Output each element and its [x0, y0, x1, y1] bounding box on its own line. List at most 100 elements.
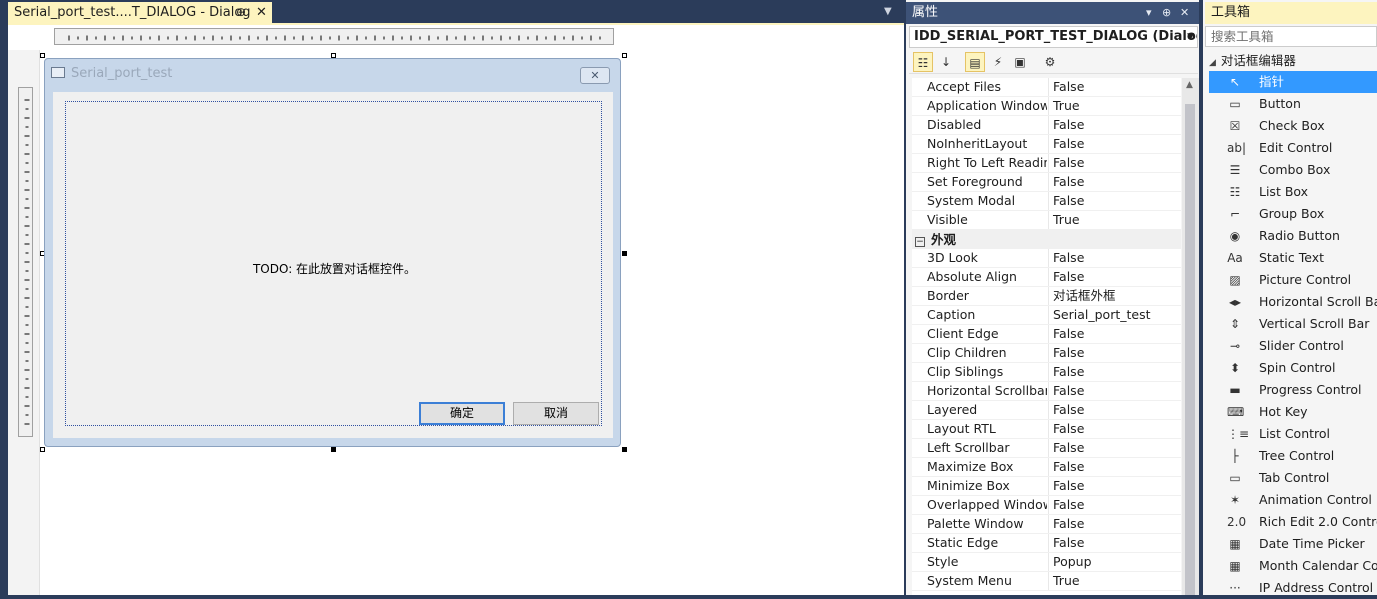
property-pages-icon[interactable]: ⚙ [1040, 52, 1060, 72]
property-value[interactable]: True [1048, 572, 1181, 590]
toolbox-item[interactable]: ⋮≡ List Control [1209, 423, 1377, 445]
property-row[interactable]: 3D Look False [912, 249, 1181, 268]
tab-list-dropdown-icon[interactable]: ▼ [884, 6, 892, 17]
property-value[interactable]: False [1048, 344, 1181, 362]
toolbox-item[interactable]: ▬ Progress Control [1209, 379, 1377, 401]
resize-handle[interactable] [622, 447, 627, 452]
toolbox-item[interactable]: ◉ Radio Button [1209, 225, 1377, 247]
toolbox-item[interactable]: ▦ Date Time Picker [1209, 533, 1377, 555]
close-tab-icon[interactable]: ✕ [256, 2, 267, 23]
property-value[interactable]: True [1048, 97, 1181, 115]
property-value[interactable]: False [1048, 420, 1181, 438]
property-value[interactable]: False [1048, 135, 1181, 153]
toolbox-item[interactable]: ✶ Animation Control [1209, 489, 1377, 511]
property-row[interactable]: Style Popup [912, 553, 1181, 572]
events-icon[interactable]: ⚡ [988, 52, 1008, 72]
toolbox-item[interactable]: ▭ Tab Control [1209, 467, 1377, 489]
property-value[interactable]: Popup [1048, 553, 1181, 571]
document-tab[interactable]: Serial_port_test....T_DIALOG - Dialog ⊕ … [8, 2, 272, 23]
scrollbar-thumb[interactable] [1185, 104, 1195, 595]
property-row[interactable]: Palette Window False [912, 515, 1181, 534]
property-row[interactable]: Right To Left Reading False [912, 154, 1181, 173]
pin-icon[interactable]: ⊕ [1162, 2, 1171, 24]
property-row[interactable]: Client Edge False [912, 325, 1181, 344]
panel-menu-icon[interactable]: ▾ [1146, 2, 1152, 24]
toolbox-item[interactable]: ab| Edit Control [1209, 137, 1377, 159]
horizontal-ruler[interactable] [54, 28, 614, 45]
toolbox-item[interactable]: ▦ Month Calendar Control [1209, 555, 1377, 577]
property-row[interactable]: Minimize Box False [912, 477, 1181, 496]
dialog-close-icon[interactable]: ✕ [580, 67, 610, 84]
property-value[interactable]: False [1048, 439, 1181, 457]
design-canvas[interactable]: Serial_port_test ✕ TODO: 在此放置对话框控件。 确定 取… [8, 25, 904, 595]
property-row[interactable]: System Menu True [912, 572, 1181, 591]
property-row[interactable]: Layered False [912, 401, 1181, 420]
resize-handle[interactable] [331, 447, 336, 452]
close-icon[interactable]: ✕ [1180, 2, 1189, 24]
property-row[interactable]: Clip Children False [912, 344, 1181, 363]
toolbox-item[interactable]: ◂▸ Horizontal Scroll Bar [1209, 291, 1377, 313]
categorized-icon[interactable]: ☷ [913, 52, 933, 72]
toolbox-group-header[interactable]: ◢ 对话框编辑器 [1209, 52, 1377, 70]
dialog-client-area[interactable]: TODO: 在此放置对话框控件。 确定 取消 [53, 92, 613, 438]
property-row[interactable]: Visible True [912, 211, 1181, 230]
properties-icon[interactable]: ▤ [965, 52, 985, 72]
property-row[interactable]: Static Edge False [912, 534, 1181, 553]
toolbox-item[interactable]: ☰ Combo Box [1209, 159, 1377, 181]
dialog-preview[interactable]: Serial_port_test ✕ TODO: 在此放置对话框控件。 确定 取… [44, 58, 621, 447]
toolbox-item[interactable]: ▨ Picture Control [1209, 269, 1377, 291]
messages-icon[interactable]: ▣ [1010, 52, 1030, 72]
property-value[interactable]: False [1048, 382, 1181, 400]
property-row[interactable]: Caption Serial_port_test [912, 306, 1181, 325]
collapse-icon[interactable]: − [915, 237, 925, 247]
object-selector[interactable]: IDD_SERIAL_PORT_TEST_DIALOG (Dialog) ID … [909, 26, 1198, 48]
resize-handle[interactable] [622, 251, 627, 256]
toolbox-item[interactable]: ▭ Button [1209, 93, 1377, 115]
pin-icon[interactable]: ⊕ [236, 2, 246, 23]
property-value[interactable]: False [1048, 78, 1181, 96]
property-value[interactable]: False [1048, 325, 1181, 343]
property-value[interactable]: False [1048, 515, 1181, 533]
scroll-up-icon[interactable]: ▲ [1186, 80, 1193, 90]
property-row[interactable]: Overlapped Window False [912, 496, 1181, 515]
property-value[interactable]: False [1048, 534, 1181, 552]
property-row[interactable]: System Modal False [912, 192, 1181, 211]
toolbox-item[interactable]: Aa Static Text [1209, 247, 1377, 269]
toolbox-item[interactable]: ↖ 指针 [1209, 71, 1377, 93]
property-row[interactable]: Layout RTL False [912, 420, 1181, 439]
property-row[interactable]: Accept Files False [912, 78, 1181, 97]
property-row[interactable]: Clip Siblings False [912, 363, 1181, 382]
property-value[interactable]: False [1048, 173, 1181, 191]
property-row[interactable]: Set Foreground False [912, 173, 1181, 192]
toolbox-item[interactable]: ☒ Check Box [1209, 115, 1377, 137]
property-row[interactable]: Disabled False [912, 116, 1181, 135]
toolbox-item[interactable]: 2.0 Rich Edit 2.0 Control [1209, 511, 1377, 533]
property-value[interactable]: True [1048, 211, 1181, 229]
todo-static-text[interactable]: TODO: 在此放置对话框控件。 [66, 260, 603, 277]
property-row[interactable]: Maximize Box False [912, 458, 1181, 477]
resize-handle[interactable] [40, 53, 45, 58]
property-category[interactable]: − 外观 [912, 230, 1181, 249]
cancel-button[interactable]: 取消 [513, 402, 599, 425]
property-value[interactable]: False [1048, 496, 1181, 514]
property-value[interactable]: False [1048, 116, 1181, 134]
property-value[interactable]: False [1048, 477, 1181, 495]
toolbox-item[interactable]: ⊸ Slider Control [1209, 335, 1377, 357]
property-value[interactable]: 对话框外框 [1048, 287, 1181, 305]
property-row[interactable]: NoInheritLayout False [912, 135, 1181, 154]
property-value[interactable]: False [1048, 458, 1181, 476]
toolbox-item[interactable]: ⌨ Hot Key [1209, 401, 1377, 423]
property-value[interactable]: False [1048, 268, 1181, 286]
toolbox-item[interactable]: ⬍ Spin Control [1209, 357, 1377, 379]
resize-handle[interactable] [622, 53, 627, 58]
property-value[interactable]: False [1048, 154, 1181, 172]
property-value[interactable]: Serial_port_test [1048, 306, 1181, 324]
property-row[interactable]: Application Window True [912, 97, 1181, 116]
property-value[interactable]: False [1048, 249, 1181, 267]
property-value[interactable]: False [1048, 363, 1181, 381]
property-row[interactable]: Horizontal Scrollbar False [912, 382, 1181, 401]
property-row[interactable]: Border 对话框外框 [912, 287, 1181, 306]
toolbox-item[interactable]: ⇕ Vertical Scroll Bar [1209, 313, 1377, 335]
alphabetical-icon[interactable]: ↓ [936, 52, 956, 72]
vertical-ruler[interactable] [18, 87, 33, 437]
